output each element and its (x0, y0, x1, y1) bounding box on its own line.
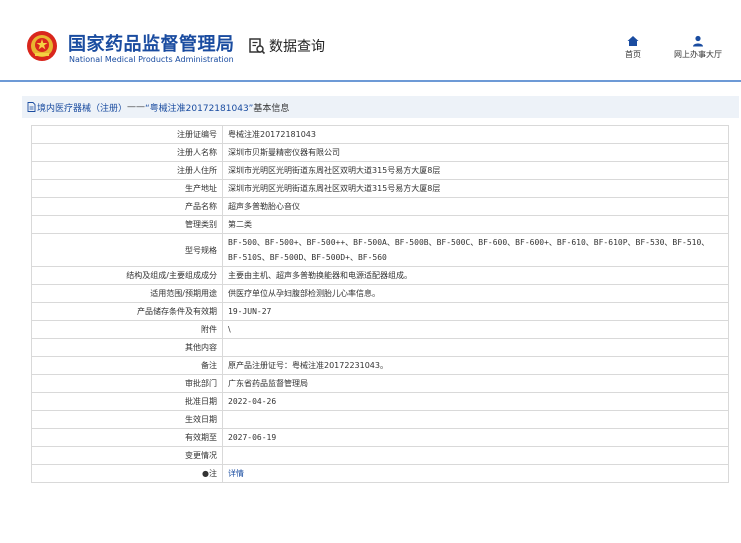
field-value: 19-JUN-27 (222, 302, 729, 321)
table-row: 注册人名称 深圳市贝斯曼精密仪器有限公司 (31, 143, 729, 162)
field-value: 深圳市光明区光明街道东周社区双明大道315号易方大厦8层 (222, 179, 729, 198)
field-label: 适用范围/预期用途 (31, 284, 223, 303)
field-label: 其他内容 (31, 338, 223, 357)
field-value (222, 338, 729, 357)
document-icon (27, 102, 36, 112)
breadcrumb: 境内医疗器械（注册） —— “粤械注准20172181043” 基本信息 (22, 96, 739, 118)
field-label: ●注 (31, 464, 223, 483)
note-marker: ● (202, 469, 209, 478)
field-label: 型号规格 (31, 233, 223, 267)
header-divider (0, 80, 741, 82)
nav-online-hall-link[interactable]: 网上办事大厅 (666, 35, 730, 60)
field-value (222, 410, 729, 429)
section-title: 数据查询 (248, 36, 325, 56)
field-value: 超声多普勒胎心音仪 (222, 197, 729, 216)
table-row: 变更情况 (31, 446, 729, 465)
data-search-icon (249, 38, 266, 55)
user-icon (693, 35, 703, 47)
site-subtitle: National Medical Products Administration (69, 55, 234, 64)
field-label: 备注 (31, 356, 223, 375)
field-label: 产品储存条件及有效期 (31, 302, 223, 321)
details-link[interactable]: 详情 (228, 469, 244, 478)
field-value: 第二类 (222, 215, 729, 234)
field-value: 2022-04-26 (222, 392, 729, 411)
field-value: 深圳市光明区光明街道东周社区双明大道315号易方大厦8层 (222, 161, 729, 180)
field-value: 广东省药品监督管理局 (222, 374, 729, 393)
field-label: 生产地址 (31, 179, 223, 198)
site-header: 国家药品监督管理局 National Medical Products Admi… (0, 0, 741, 80)
field-value (222, 446, 729, 465)
table-row: 备注 原产品注册证号：粤械注准20172231043。 (31, 356, 729, 375)
field-value: 原产品注册证号：粤械注准20172231043。 (222, 356, 729, 375)
table-row: 产品名称 超声多普勒胎心音仪 (31, 197, 729, 216)
field-value: 详情 (222, 464, 729, 483)
breadcrumb-suffix: 基本信息 (253, 103, 290, 114)
table-row: 注册证编号 粤械注准20172181043 (31, 125, 729, 144)
section-title-text: 数据查询 (269, 39, 325, 55)
table-row: 审批部门 广东省药品监督管理局 (31, 374, 729, 393)
field-value: \ (222, 320, 729, 339)
table-row: 产品储存条件及有效期 19-JUN-27 (31, 302, 729, 321)
table-row: ●注 详情 (31, 464, 729, 483)
field-value: 深圳市贝斯曼精密仪器有限公司 (222, 143, 729, 162)
nav-home-label: 首页 (625, 50, 641, 59)
field-label: 批准日期 (31, 392, 223, 411)
field-label: 结构及组成/主要组成成分 (31, 266, 223, 285)
home-icon (627, 36, 639, 46)
table-row: 管理类别 第二类 (31, 215, 729, 234)
field-label: 附件 (31, 320, 223, 339)
field-value: 2027-06-19 (222, 428, 729, 447)
table-row: 附件 \ (31, 320, 729, 339)
breadcrumb-separator: —— (127, 102, 146, 112)
field-value: BF-500、BF-500+、BF-500++、BF-500A、BF-500B、… (222, 233, 729, 267)
nav-home-link[interactable]: 首页 (621, 35, 645, 60)
field-label: 审批部门 (31, 374, 223, 393)
site-title[interactable]: 国家药品监督管理局 (68, 30, 235, 56)
national-emblem-icon (27, 31, 57, 61)
table-row: 适用范围/预期用途 供医疗单位从孕妇腹部检测胎儿心率信息。 (31, 284, 729, 303)
field-label: 管理类别 (31, 215, 223, 234)
table-row: 结构及组成/主要组成成分 主要由主机、超声多普勒换能器和电源适配器组成。 (31, 266, 729, 285)
breadcrumb-category[interactable]: 境内医疗器械（注册） (37, 101, 127, 114)
nav-online-hall-label: 网上办事大厅 (674, 50, 722, 59)
field-label: 有效期至 (31, 428, 223, 447)
table-row: 生产地址 深圳市光明区光明街道东周社区双明大道315号易方大厦8层 (31, 179, 729, 198)
field-label: 注册人名称 (31, 143, 223, 162)
field-label: 注册人住所 (31, 161, 223, 180)
table-row: 注册人住所 深圳市光明区光明街道东周社区双明大道315号易方大厦8层 (31, 161, 729, 180)
note-label: 注 (209, 469, 217, 478)
table-row: 生效日期 (31, 410, 729, 429)
field-value: 主要由主机、超声多普勒换能器和电源适配器组成。 (222, 266, 729, 285)
field-label: 变更情况 (31, 446, 223, 465)
field-label: 产品名称 (31, 197, 223, 216)
table-row: 有效期至 2027-06-19 (31, 428, 729, 447)
field-value: 供医疗单位从孕妇腹部检测胎儿心率信息。 (222, 284, 729, 303)
table-row: 型号规格 BF-500、BF-500+、BF-500++、BF-500A、BF-5… (31, 233, 729, 267)
field-label: 生效日期 (31, 410, 223, 429)
breadcrumb-record: “粤械注准20172181043” (145, 103, 254, 114)
field-value: 粤械注准20172181043 (222, 125, 729, 144)
field-label: 注册证编号 (31, 125, 223, 144)
detail-table: 注册证编号 粤械注准20172181043 注册人名称 深圳市贝斯曼精密仪器有限公司… (31, 125, 729, 483)
table-row: 其他内容 (31, 338, 729, 357)
table-row: 批准日期 2022-04-26 (31, 392, 729, 411)
